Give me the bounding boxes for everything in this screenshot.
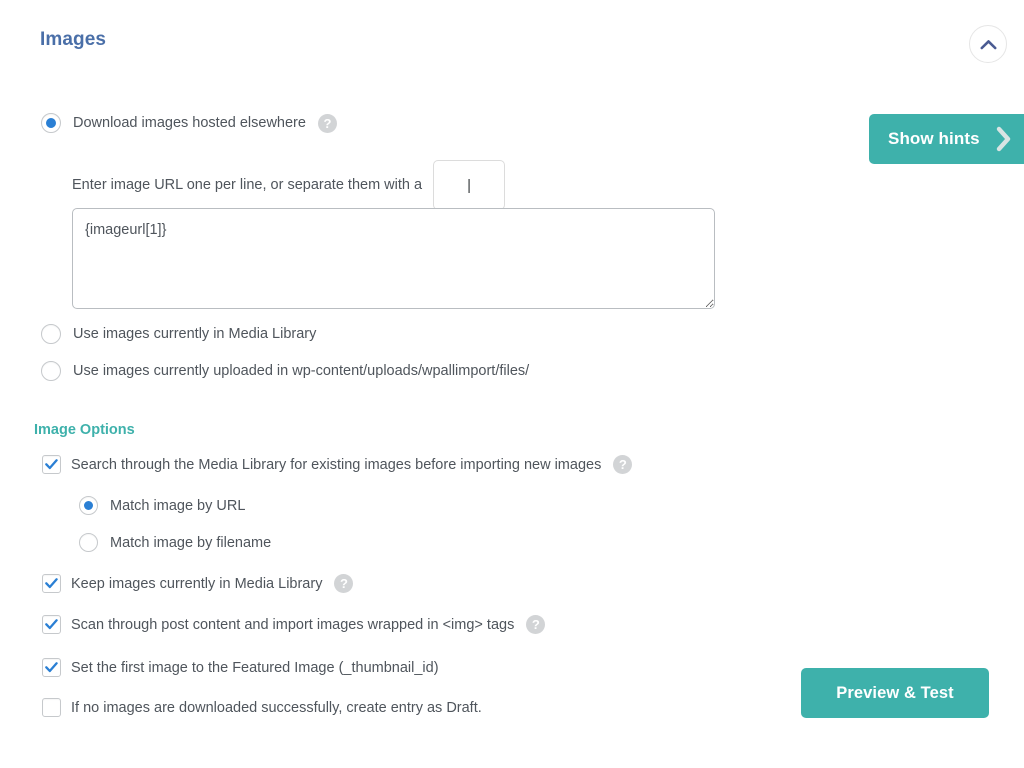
option-keep-images[interactable]: Keep images currently in Media Library ? (42, 574, 354, 593)
radio-use-uploaded-files[interactable] (41, 361, 61, 381)
source-option-media-library-label: Use images currently in Media Library (73, 326, 317, 342)
show-hints-label: Show hints (888, 129, 980, 148)
radio-match-image-by-filename[interactable] (79, 533, 98, 552)
option-scan-post-content[interactable]: Scan through post content and import ima… (42, 615, 546, 634)
radio-download-images[interactable] (41, 113, 61, 133)
help-icon[interactable]: ? (317, 113, 337, 133)
checkbox-keep-images[interactable] (42, 574, 61, 593)
separator-input[interactable] (433, 160, 506, 210)
radio-use-media-library[interactable] (41, 324, 61, 344)
collapse-panel-button[interactable] (969, 25, 1007, 63)
option-draft-fallback-label: If no images are downloaded successfully… (71, 699, 482, 716)
option-match-by-url-label: Match image by URL (110, 497, 246, 514)
option-search-media-library-label: Search through the Media Library for exi… (71, 456, 602, 473)
radio-match-image-by-url[interactable] (79, 496, 98, 515)
chevron-up-icon (980, 39, 997, 50)
option-featured-image-label: Set the first image to the Featured Imag… (71, 659, 439, 676)
page-title: Images (40, 29, 107, 50)
images-settings-panel: Images Show hints Download images hosted… (0, 0, 1024, 768)
help-icon[interactable]: ? (526, 615, 546, 634)
option-search-media-library[interactable]: Search through the Media Library for exi… (42, 455, 633, 474)
preview-and-test-button[interactable]: Preview & Test (801, 668, 989, 718)
checkbox-featured-image[interactable] (42, 658, 61, 677)
checkbox-search-media-library[interactable] (42, 455, 61, 474)
option-scan-post-content-label: Scan through post content and import ima… (71, 616, 515, 633)
separator-label: Enter image URL one per line, or separat… (72, 177, 423, 193)
option-featured-image[interactable]: Set the first image to the Featured Imag… (42, 658, 439, 677)
help-icon[interactable]: ? (334, 574, 354, 593)
checkbox-draft-fallback[interactable] (42, 698, 61, 717)
option-match-by-filename[interactable]: Match image by filename (79, 533, 271, 552)
option-keep-images-label: Keep images currently in Media Library (71, 575, 323, 592)
image-options-heading: Image Options (34, 422, 135, 438)
option-draft-fallback[interactable]: If no images are downloaded successfully… (42, 698, 482, 717)
checkbox-scan-post-content[interactable] (42, 615, 61, 634)
source-option-download-label: Download images hosted elsewhere (73, 115, 306, 131)
separator-row: Enter image URL one per line, or separat… (72, 160, 506, 210)
option-match-by-url[interactable]: Match image by URL (79, 496, 245, 515)
source-option-uploaded-files[interactable]: Use images currently uploaded in wp-cont… (41, 361, 529, 381)
source-option-media-library[interactable]: Use images currently in Media Library (41, 324, 316, 344)
source-option-download[interactable]: Download images hosted elsewhere ? (41, 113, 337, 133)
help-icon[interactable]: ? (613, 455, 633, 474)
image-urls-textarea[interactable]: {imageurl[1]} (72, 208, 715, 309)
option-match-by-filename-label: Match image by filename (110, 534, 272, 551)
chevron-right-icon (994, 125, 1014, 153)
source-option-uploaded-files-label: Use images currently uploaded in wp-cont… (73, 363, 530, 379)
show-hints-button[interactable]: Show hints (869, 114, 1024, 164)
